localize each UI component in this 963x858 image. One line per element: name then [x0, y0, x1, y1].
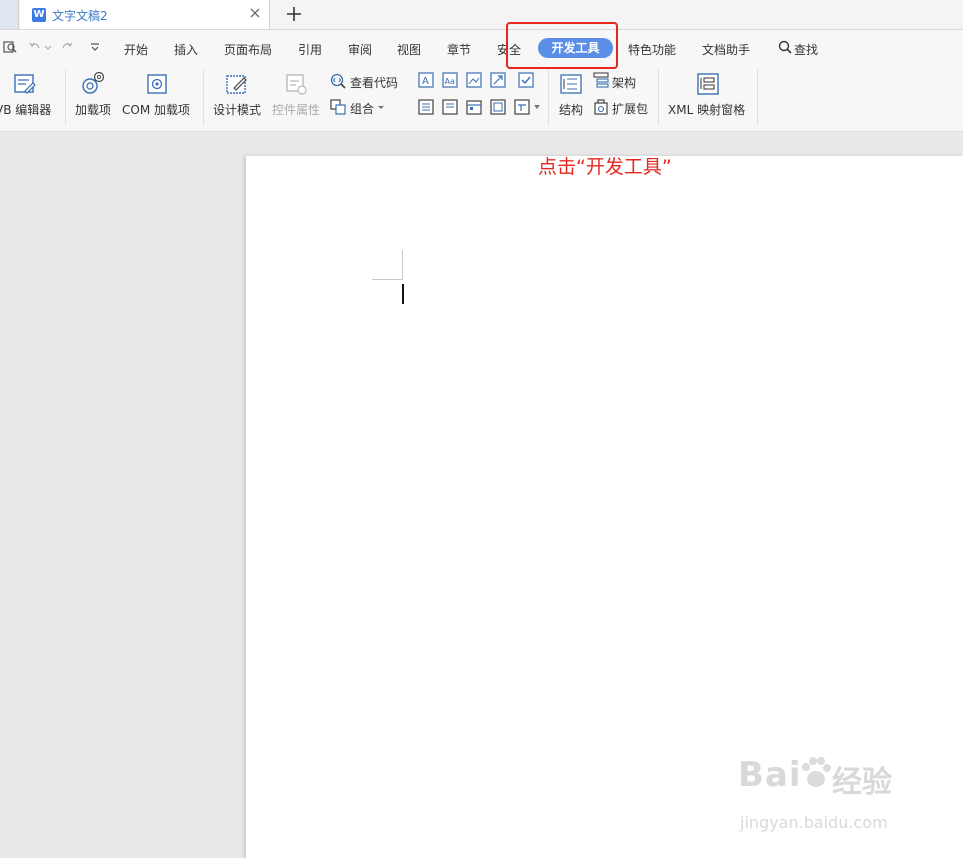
structure-icon	[560, 74, 582, 94]
undo-dropdown-icon[interactable]	[44, 40, 52, 54]
com-addins-icon	[147, 74, 167, 94]
view-code-button[interactable]: 查看代码	[350, 74, 398, 91]
addins-gear-icon	[82, 71, 105, 94]
developer-ribbon: VB 编辑器 加载项 COM 加载项 设计模式 控件属性 查看代码 组合 A A…	[0, 65, 963, 132]
close-tab-icon[interactable]	[248, 6, 262, 20]
svg-text:A: A	[422, 76, 429, 87]
expansion-pack-icon	[594, 99, 608, 115]
menu-insert[interactable]: 插入	[174, 41, 198, 58]
group-button[interactable]: 组合	[350, 100, 374, 117]
margin-marker-vertical	[402, 250, 403, 280]
framework-icon	[593, 72, 609, 88]
watermark-brand: Bai	[738, 755, 802, 795]
document-tab-title: 文字文稿2	[52, 9, 108, 23]
print-preview-icon[interactable]	[3, 40, 17, 54]
expansion-pack-button[interactable]: 扩展包	[612, 100, 648, 117]
menu-doc-assistant[interactable]: 文档助手	[702, 41, 750, 58]
addins-button[interactable]: 加载项	[75, 101, 111, 118]
plain-text-control-icon[interactable]: Aa	[442, 72, 458, 88]
menu-bar: 开始 插入 页面布局 引用 审阅 视图 章节 安全 开发工具 特色功能 文档助手…	[0, 30, 963, 65]
baidu-jingyan-watermark: Bai 经验 jingyan.baidu.com	[738, 755, 938, 835]
menu-review[interactable]: 审阅	[348, 41, 372, 58]
structure-button[interactable]: 结构	[559, 101, 583, 118]
group-icon	[330, 99, 346, 115]
menu-page-layout[interactable]: 页面布局	[224, 41, 272, 58]
watermark-url: jingyan.baidu.com	[740, 813, 888, 832]
combo-box-control-icon[interactable]	[418, 99, 434, 115]
view-code-icon	[330, 73, 346, 89]
document-page[interactable]	[246, 156, 963, 858]
menu-special-features[interactable]: 特色功能	[628, 41, 676, 58]
control-properties-icon	[286, 74, 307, 95]
undo-icon[interactable]	[28, 40, 42, 54]
menu-references[interactable]: 引用	[298, 41, 322, 58]
framework-button[interactable]: 架构	[612, 74, 636, 91]
group-dropdown-icon[interactable]	[377, 105, 385, 111]
redo-icon[interactable]	[60, 40, 74, 54]
menu-view[interactable]: 视图	[397, 41, 421, 58]
picture-control-icon[interactable]	[466, 72, 482, 88]
document-tab[interactable]: W 文字文稿2	[20, 0, 270, 29]
building-block-control-icon[interactable]	[490, 72, 506, 88]
rich-text-control-icon[interactable]: A	[418, 72, 434, 88]
app-menu-stub[interactable]	[0, 0, 19, 29]
repeating-section-control-icon[interactable]	[490, 99, 506, 115]
new-tab-plus-icon[interactable]	[284, 4, 304, 24]
legacy-tools-dropdown-icon[interactable]	[534, 105, 540, 110]
menu-chapter[interactable]: 章节	[447, 41, 471, 58]
menu-home[interactable]: 开始	[124, 41, 148, 58]
xml-mapping-icon	[697, 73, 719, 95]
vb-editor-icon	[14, 74, 36, 94]
baidu-paw-icon	[802, 757, 831, 787]
vb-editor-button[interactable]: VB 编辑器	[0, 101, 51, 118]
design-mode-button[interactable]: 设计模式	[213, 101, 261, 118]
date-picker-control-icon[interactable]	[466, 99, 482, 115]
checkbox-control-icon[interactable]	[518, 72, 534, 88]
xml-mapping-pane-button[interactable]: XML 映射窗格	[668, 101, 745, 118]
legacy-tools-icon[interactable]	[514, 99, 530, 115]
developer-tools-highlight-box	[506, 22, 618, 69]
customize-toolbar-icon[interactable]	[88, 40, 102, 54]
design-mode-icon	[226, 75, 247, 94]
margin-marker-horizontal	[372, 279, 402, 280]
dropdown-list-control-icon[interactable]	[442, 99, 458, 115]
writer-doc-icon: W	[32, 8, 46, 22]
watermark-brand-cn: 经验	[832, 765, 892, 800]
text-cursor	[402, 284, 404, 304]
svg-text:Aa: Aa	[445, 77, 455, 86]
com-addins-button[interactable]: COM 加载项	[122, 101, 190, 118]
annotation-click-developer-tools: 点击“开发工具”	[538, 156, 672, 178]
search-icon[interactable]	[778, 40, 792, 54]
control-properties-button[interactable]: 控件属性	[272, 101, 320, 118]
menu-find[interactable]: 查找	[794, 41, 818, 58]
